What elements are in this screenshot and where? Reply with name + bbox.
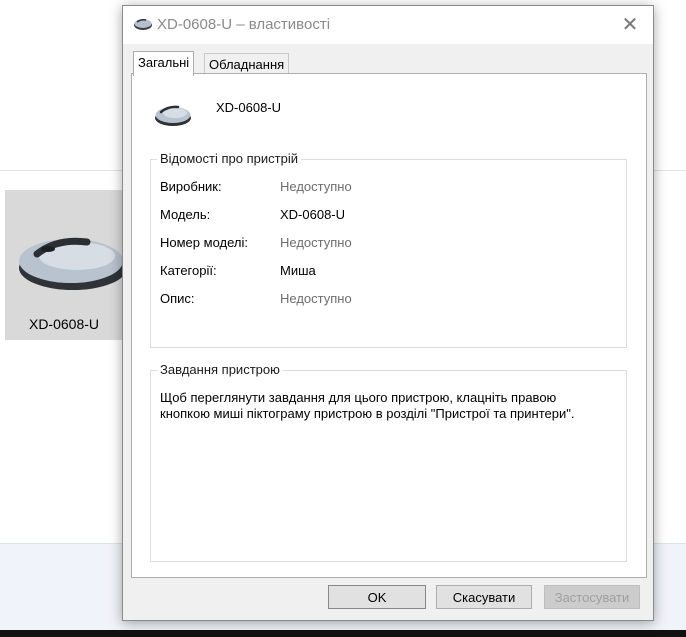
info-key: Номер моделі: — [160, 235, 248, 250]
info-row: Опис: Недоступно — [160, 291, 610, 309]
taskbar — [0, 630, 686, 637]
device-info-group: Відомості про пристрій Виробник: Недосту… — [150, 151, 627, 348]
info-value: Недоступно — [280, 291, 352, 306]
device-tasks-text: Щоб переглянути завдання для цього прист… — [160, 390, 575, 421]
info-row: Модель: XD-0608-U — [160, 207, 610, 225]
properties-dialog: XD-0608-U – властивості ✕ Загальні Облад… — [122, 5, 654, 621]
info-value: Миша — [280, 263, 316, 278]
tab-general[interactable]: Загальні — [133, 51, 195, 76]
info-row: Номер моделі: Недоступно — [160, 235, 610, 253]
info-value: Недоступно — [280, 179, 352, 194]
device-tile-label: XD-0608-U — [28, 316, 100, 332]
info-value: Недоступно — [280, 235, 352, 250]
info-value: XD-0608-U — [280, 207, 346, 222]
close-icon[interactable]: ✕ — [617, 12, 643, 38]
ok-button[interactable]: OK — [328, 585, 426, 609]
device-tasks-group: Завдання пристрою Щоб переглянути завдан… — [150, 362, 627, 562]
mouse-device-icon — [155, 105, 191, 126]
device-tile[interactable]: XD-0608-U — [5, 190, 127, 340]
info-key: Виробник: — [160, 179, 222, 194]
tab-panel-general: XD-0608-U Відомості про пристрій Виробни… — [131, 73, 647, 578]
apply-button[interactable]: Застосувати — [544, 585, 640, 609]
info-key: Модель: — [160, 207, 211, 222]
info-row: Виробник: Недоступно — [160, 179, 610, 197]
info-key: Опис: — [160, 291, 195, 306]
device-name: XD-0608-U — [216, 100, 282, 115]
dialog-title: XD-0608-U – властивості — [157, 16, 331, 33]
cancel-button[interactable]: Скасувати — [436, 585, 532, 609]
mouse-title-icon — [134, 18, 152, 30]
info-key: Категорії: — [160, 263, 217, 278]
device-info-title: Відомості про пристрій — [157, 151, 301, 166]
dialog-titlebar[interactable]: XD-0608-U – властивості ✕ — [123, 6, 653, 44]
mouse-icon — [19, 237, 127, 290]
info-row: Категорії: Миша — [160, 263, 610, 281]
device-tasks-title: Завдання пристрою — [157, 362, 283, 377]
